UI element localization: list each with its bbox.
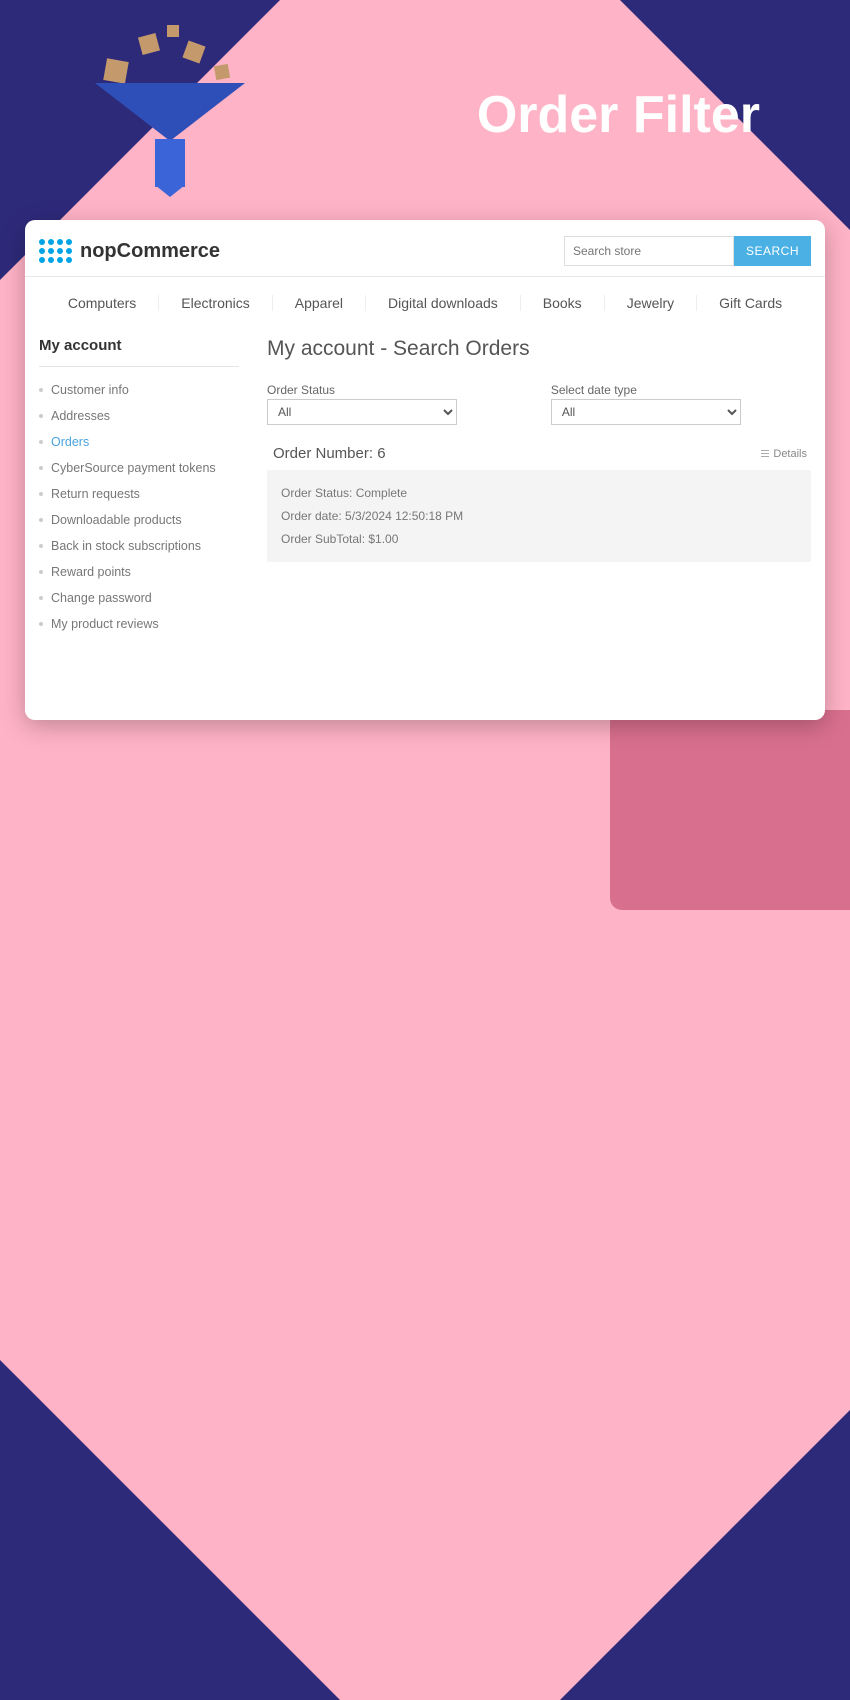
nav-gift-cards[interactable]: Gift Cards [696, 295, 804, 311]
sidebar-divider [39, 366, 239, 367]
nav-apparel[interactable]: Apparel [272, 295, 365, 311]
pink-shadow-shape [610, 710, 850, 910]
search-input[interactable] [564, 236, 734, 266]
main-content: My account - Search Orders Order Status … [267, 337, 811, 637]
logo[interactable]: nopCommerce [39, 239, 220, 263]
filter-order-status: Order Status All [267, 381, 511, 425]
details-label: Details [773, 448, 807, 460]
sidebar-item-return-requests[interactable]: Return requests [39, 481, 239, 507]
date-type-label: Select date type [551, 383, 637, 397]
sidebar-item-my-reviews[interactable]: My product reviews [39, 611, 239, 637]
sidebar-title: My account [39, 337, 239, 354]
sidebar-item-reward-points[interactable]: Reward points [39, 559, 239, 585]
logo-text: nopCommerce [80, 240, 220, 263]
order-status-label: Order Status [267, 383, 335, 397]
nav-electronics[interactable]: Electronics [158, 295, 271, 311]
date-type-select[interactable]: All [551, 399, 741, 425]
order-number: Order Number: 6 [273, 445, 386, 462]
nav-computers[interactable]: Computers [46, 295, 158, 311]
top-nav: Computers Electronics Apparel Digital do… [39, 277, 811, 329]
order-status-line: Order Status: Complete [281, 482, 797, 505]
logo-text-2: Commerce [117, 240, 220, 262]
sidebar-item-addresses[interactable]: Addresses [39, 403, 239, 429]
nav-digital-downloads[interactable]: Digital downloads [365, 295, 520, 311]
details-link[interactable]: Details [761, 448, 807, 460]
order-date-line: Order date: 5/3/2024 12:50:18 PM [281, 505, 797, 528]
page-headline: Order Filter [477, 85, 760, 145]
order-header: Order Number: 6 Details [267, 441, 811, 470]
nav-jewelry[interactable]: Jewelry [604, 295, 696, 311]
filter-date-type: Select date type All [551, 381, 811, 425]
sidebar-item-orders[interactable]: Orders [39, 429, 239, 455]
page-title: My account - Search Orders [267, 337, 811, 361]
nav-books[interactable]: Books [520, 295, 604, 311]
sidebar-item-downloadable[interactable]: Downloadable products [39, 507, 239, 533]
sidebar-item-back-in-stock[interactable]: Back in stock subscriptions [39, 533, 239, 559]
sidebar-item-change-password[interactable]: Change password [39, 585, 239, 611]
order-status-select[interactable]: All [267, 399, 457, 425]
order-subtotal-line: Order SubTotal: $1.00 [281, 528, 797, 551]
header-bar: nopCommerce SEARCH [39, 232, 811, 276]
sidebar-item-customer-info[interactable]: Customer info [39, 377, 239, 403]
app-window: nopCommerce SEARCH Computers Electronics… [25, 220, 825, 720]
filter-row: Order Status All Select date type All [267, 381, 811, 425]
logo-dots-icon [39, 239, 72, 263]
sidebar: My account Customer info Addresses Order… [39, 337, 239, 637]
list-icon [761, 450, 769, 457]
logo-text-1: nop [80, 240, 117, 262]
search-button[interactable]: SEARCH [734, 236, 811, 266]
order-card: Order Status: Complete Order date: 5/3/2… [267, 470, 811, 562]
search-form: SEARCH [564, 236, 811, 266]
sidebar-item-cybersource[interactable]: CyberSource payment tokens [39, 455, 239, 481]
